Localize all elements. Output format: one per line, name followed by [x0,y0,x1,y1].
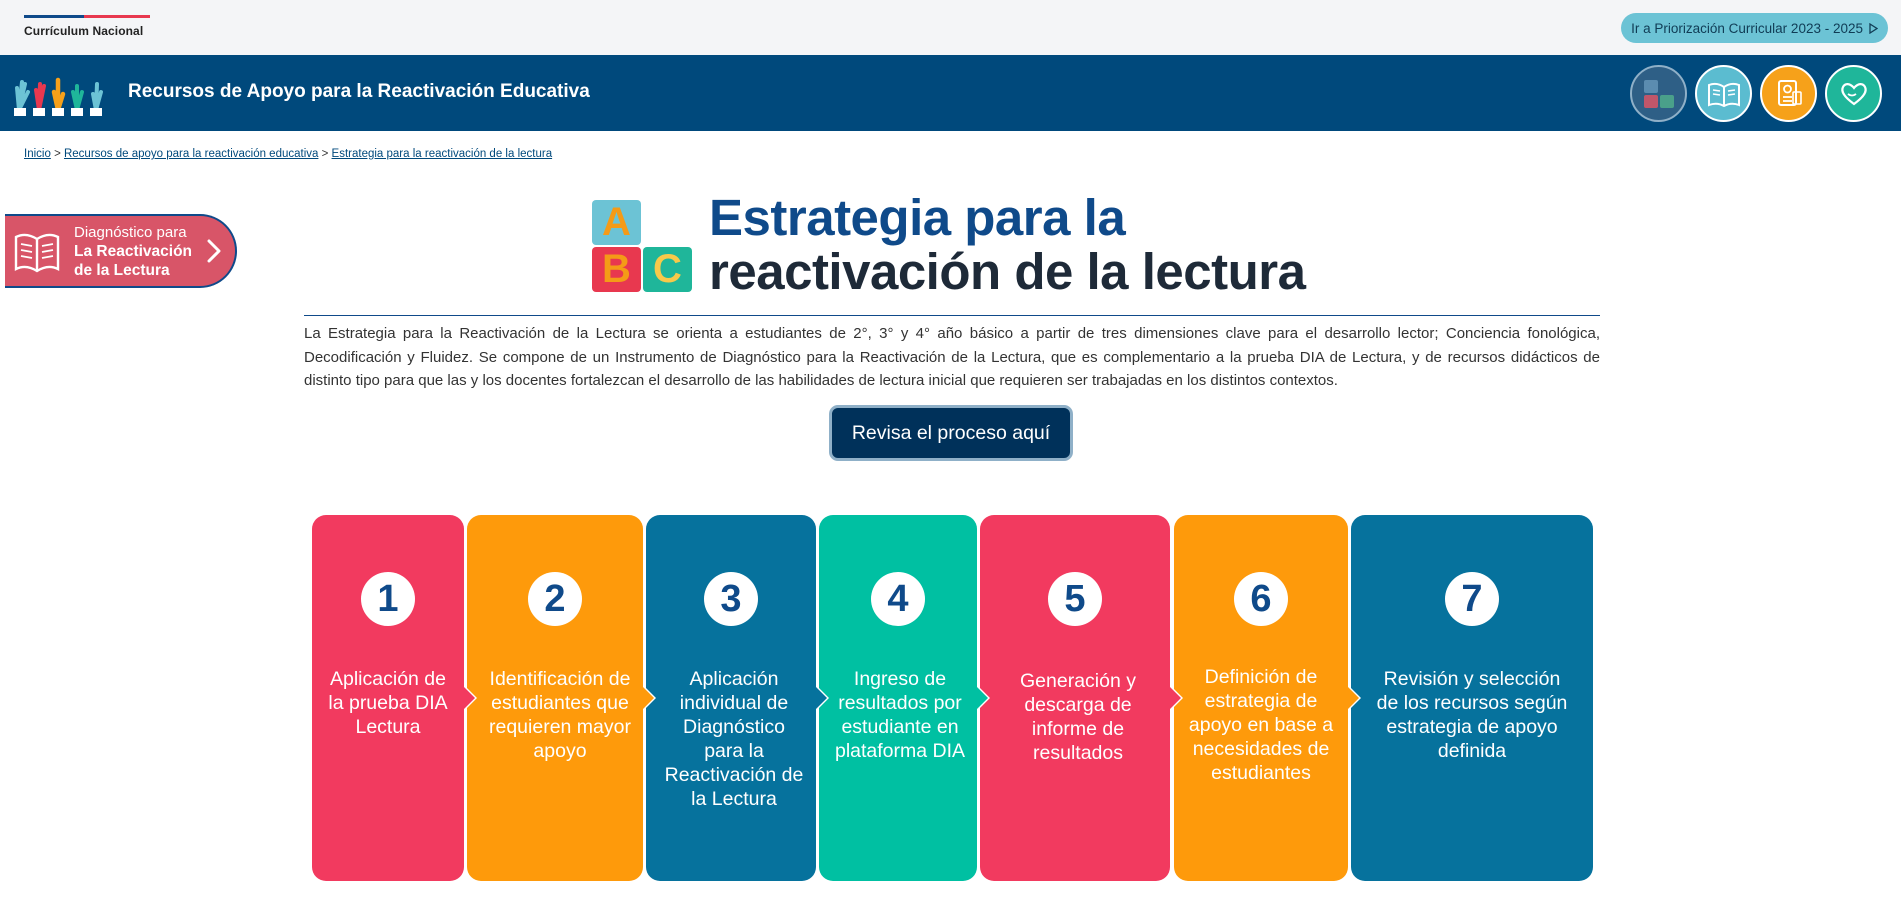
badge-line1: Diagnóstico para [74,224,187,241]
top-bar: Currículum Nacional Ir a Priorización Cu… [0,0,1901,55]
step-number: 4 [871,572,925,626]
intro-paragraph: La Estrategia para la Reactivación de la… [304,325,1600,389]
step-card-2: 2 Identificación de estudiantes que requ… [467,515,643,881]
step-card-3: 3 Aplicación individual de Diagnóstico p… [646,515,816,881]
priorizacion-curricular-button[interactable]: Ir a Priorización Curricular 2023 - 2025 [1621,13,1888,43]
block-c: C [643,247,692,292]
step-arrow-fill [1170,687,1181,709]
page-title-line1: Estrategia para la [709,189,1126,246]
step-arrow [1348,685,1361,711]
step-arrow-fill [464,687,475,709]
revisa-proceso-button[interactable]: Revisa el proceso aquí [829,405,1073,461]
step-number: 6 [1234,572,1288,626]
site-header: Recursos de Apoyo para la Reactivación E… [0,55,1901,131]
diagnostico-lectura-badge[interactable]: Diagnóstico para La Reactivación de la L… [5,214,237,288]
step-number: 2 [528,572,582,626]
step-arrow-fill [816,687,827,709]
step-text: Revisión y selección de los recursos seg… [1376,668,1568,762]
step-text: Ingreso de resultados por estudiante en … [834,668,966,762]
step-number: 1 [361,572,415,626]
step-number: 7 [1445,572,1499,626]
brand-text: Currículum Nacional [24,24,144,38]
open-book-icon [14,233,60,273]
step-card-6: 6 Definición de estrategia de apoyo en b… [1174,515,1348,881]
step-arrow [816,685,829,711]
step-card-7: 7 Revisión y selección de los recursos s… [1351,515,1593,881]
step-arrow-fill [643,687,654,709]
step-arrow [977,685,990,711]
step-number: 5 [1048,572,1102,626]
step-arrow [643,685,656,711]
play-arrow-icon [1869,22,1878,34]
document-button[interactable] [1760,65,1817,122]
block-a: A [592,200,641,245]
process-steps: 1 Aplicación de la prueba DIA Lectura 2 … [310,515,1595,881]
step-text: Aplicación de la prueba DIA Lectura [328,668,448,738]
heart-hand-icon [1840,82,1867,105]
flag-line [24,15,150,18]
step-text: Definición de estrategia de apoyo en bas… [1188,666,1334,784]
block-b: B [592,247,641,292]
step-text: Generación y descarga de informe de resu… [1020,670,1136,764]
abc-blocks-logo: A B C [592,200,694,294]
step-card-1: 1 Aplicación de la prueba DIA Lectura [312,515,464,881]
curriculum-nacional-logo[interactable]: Currículum Nacional [24,15,150,38]
raised-hands-logo-icon[interactable] [11,70,111,116]
priorizacion-curricular-label: Ir a Priorización Curricular 2023 - 2025 [1631,20,1863,36]
document-icon [1777,79,1802,106]
abc-blocks-button[interactable] [1630,65,1687,122]
step-arrow [1170,685,1183,711]
step-arrow [464,685,477,711]
step-text: Identificación de estudiantes que requie… [489,668,631,762]
step-arrow-fill [1348,687,1359,709]
open-book-button[interactable] [1695,65,1752,122]
badge-line2: La Reactivación [74,243,193,260]
step-card-5: 5 Generación y descarga de informe de re… [980,515,1170,881]
step-card-4: 4 Ingreso de resultados por estudiante e… [819,515,977,881]
breadcrumb-separator: > [54,148,61,160]
header-title: Recursos de Apoyo para la Reactivación E… [128,81,590,102]
open-book-icon [1707,82,1740,107]
breadcrumb-link-estrategia[interactable]: Estrategia para la reactivación de la le… [332,148,553,160]
step-text: Aplicación individual de Diagnóstico par… [664,668,804,810]
chevron-right-icon [207,239,221,263]
breadcrumb-link-inicio[interactable]: Inicio [24,148,51,160]
page-title-line2: reactivación de la lectura [709,243,1306,300]
breadcrumb: Inicio > Recursos de apoyo para la react… [24,148,552,160]
abc-blocks-icon [1643,79,1674,108]
breadcrumb-link-recursos[interactable]: Recursos de apoyo para la reactivación e… [64,148,318,160]
badge-line3: de la Lectura [74,262,170,279]
step-arrow-fill [977,687,988,709]
heart-hand-button[interactable] [1825,65,1882,122]
step-number: 3 [704,572,758,626]
title-divider [304,315,1600,316]
breadcrumb-separator: > [321,148,329,160]
